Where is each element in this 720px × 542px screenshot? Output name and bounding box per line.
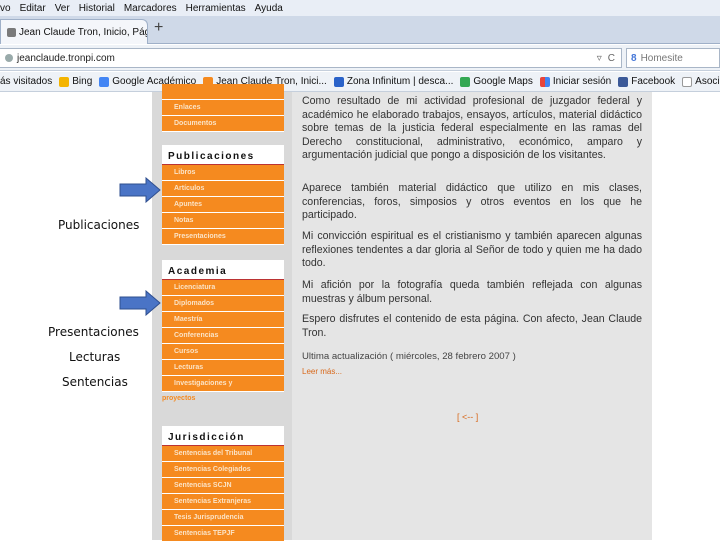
bookmark-bing[interactable]: Bing	[59, 76, 92, 87]
bookmark-facebook[interactable]: Facebook	[618, 76, 675, 87]
browser-tab[interactable]: Jean Claude Tron, Inicio, Pági... ×	[0, 19, 148, 44]
section-title-academia: Academia	[162, 260, 284, 280]
sidebar-item-cursos[interactable]: Cursos	[162, 344, 284, 360]
intro-paragraph-3: Mi convicción espiritual es el cristiani…	[302, 230, 642, 270]
main-content: Como resultado de mi actividad profesion…	[292, 92, 652, 540]
sidebar-item-sentencias-extranjeras[interactable]: Sentencias Extranjeras	[162, 494, 284, 510]
tab-title: Jean Claude Tron, Inicio, Pági...	[19, 26, 148, 38]
right-margin	[652, 92, 720, 540]
read-more-link[interactable]: Leer más...	[302, 367, 342, 376]
sidebar-item-overflow: proyectos	[162, 394, 196, 402]
sidebar-item-sentencias-colegiados[interactable]: Sentencias Colegiados	[162, 462, 284, 478]
menu-item-edit[interactable]: Editar	[20, 3, 46, 14]
address-text: jeanclaude.tronpi.com	[17, 52, 115, 64]
back-link[interactable]: [ <-- ]	[457, 412, 478, 422]
address-bar[interactable]: jeanclaude.tronpi.com ▿ C	[0, 48, 622, 68]
sidebar-item-maestria[interactable]: Maestría	[162, 312, 284, 328]
search-box[interactable]: 8 Homesite	[626, 48, 720, 68]
last-update-text: Ultima actualización ( miércoles, 28 feb…	[302, 351, 516, 362]
section-title-publicaciones: Publicaciones	[162, 145, 284, 165]
sidebar-item-notas[interactable]: Notas	[162, 213, 284, 229]
favicon-icon	[7, 27, 16, 37]
menu-item-file[interactable]: vo	[0, 3, 11, 14]
sidebar-section-academia: Academia Licenciatura Diplomados Maestrí…	[162, 260, 284, 404]
sidebar-item-sentencias-tribunal[interactable]: Sentencias del Tribunal	[162, 446, 284, 462]
facebook-icon	[618, 76, 629, 87]
sidebar-item-libros[interactable]: Libros	[162, 165, 284, 181]
menu-item-tools[interactable]: Herramientas	[186, 3, 246, 14]
intro-paragraph-4: Mi afición por la fotografía queda tambi…	[302, 279, 642, 305]
navigation-bar: jeanclaude.tronpi.com ▿ C 8 Homesite	[0, 45, 720, 71]
intro-paragraph-2: Aparece también material didáctico que u…	[302, 182, 642, 222]
search-placeholder: Homesite	[640, 52, 683, 64]
menu-item-history[interactable]: Historial	[79, 3, 115, 14]
sidebar-item-investigaciones[interactable]: Investigaciones y	[162, 376, 284, 392]
intro-paragraph-1: Como resultado de mi actividad profesion…	[302, 95, 642, 162]
left-margin	[0, 92, 152, 540]
sidebar-item-tesis-jurisprudencia[interactable]: Tesis Jurisprudencia	[162, 510, 284, 526]
menu-item-help[interactable]: Ayuda	[255, 3, 283, 14]
page-icon	[682, 76, 693, 87]
sidebar-section-publicaciones: Publicaciones Libros Artículos Apuntes N…	[162, 145, 284, 245]
menu-item-bookmarks[interactable]: Marcadores	[124, 3, 177, 14]
sidebar: Enlaces Documentos Publicaciones Libros …	[152, 84, 292, 542]
reload-icon[interactable]: C	[608, 53, 615, 64]
sidebar-item-documentos[interactable]: Documentos	[162, 116, 284, 132]
sidebar-item-enlaces[interactable]: Enlaces	[162, 100, 284, 116]
sidebar-item-partial[interactable]	[162, 84, 284, 100]
bookmark-asociacion[interactable]: Asociación Iber	[682, 76, 720, 87]
intro-paragraph-5: Espero disfrutes el contenido de esta pá…	[302, 313, 642, 339]
menu-item-view[interactable]: Ver	[55, 3, 70, 14]
annotation-sentencias: Sentencias	[62, 375, 128, 389]
bookmark-google-maps[interactable]: Google Maps	[460, 76, 533, 87]
tab-strip: Jean Claude Tron, Inicio, Pági... × +	[0, 16, 720, 44]
sidebar-item-licenciatura[interactable]: Licenciatura	[162, 280, 284, 296]
sidebar-section-jurisdiccion: Jurisdicción Sentencias del Tribunal Sen…	[162, 426, 284, 542]
bookmark-zona-infinitum[interactable]: Zona Infinitum | desca...	[333, 76, 453, 87]
sidebar-item-presentaciones[interactable]: Presentaciones	[162, 229, 284, 245]
arrow-right-icon	[119, 290, 161, 316]
arrow-right-icon	[119, 177, 161, 203]
sidebar-item-articulos[interactable]: Artículos	[162, 181, 284, 197]
globe-icon	[5, 54, 13, 62]
search-engine-icon[interactable]: 8	[631, 53, 637, 64]
wave-icon	[333, 76, 344, 87]
annotation-lecturas: Lecturas	[69, 350, 121, 364]
bookmarks-toolbar: ás visitados Bing Google Académico Jean …	[0, 72, 720, 92]
bookmark-iniciar-sesion[interactable]: Iniciar sesión	[539, 76, 611, 87]
sidebar-item-diplomados[interactable]: Diplomados	[162, 296, 284, 312]
annotation-presentaciones: Presentaciones	[48, 325, 139, 339]
windows-icon	[539, 76, 550, 87]
bookmark-most-visited[interactable]: ás visitados	[0, 76, 52, 87]
map-icon	[460, 76, 471, 87]
sidebar-item-apuntes[interactable]: Apuntes	[162, 197, 284, 213]
section-title-jurisdiccion: Jurisdicción	[162, 426, 284, 446]
menu-bar: vo Editar Ver Historial Marcadores Herra…	[0, 0, 720, 16]
page-content: Enlaces Documentos Publicaciones Libros …	[0, 84, 720, 542]
sidebar-item-sentencias-scjn[interactable]: Sentencias SCJN	[162, 478, 284, 494]
annotation-publicaciones: Publicaciones	[58, 218, 140, 232]
sidebar-top-section: Enlaces Documentos	[162, 84, 284, 132]
google-icon	[99, 76, 110, 87]
bing-icon	[59, 76, 70, 87]
sidebar-item-conferencias[interactable]: Conferencias	[162, 328, 284, 344]
sidebar-item-lecturas[interactable]: Lecturas	[162, 360, 284, 376]
dropdown-arrow-icon[interactable]: ▿	[597, 53, 602, 64]
new-tab-button[interactable]: +	[154, 19, 163, 37]
